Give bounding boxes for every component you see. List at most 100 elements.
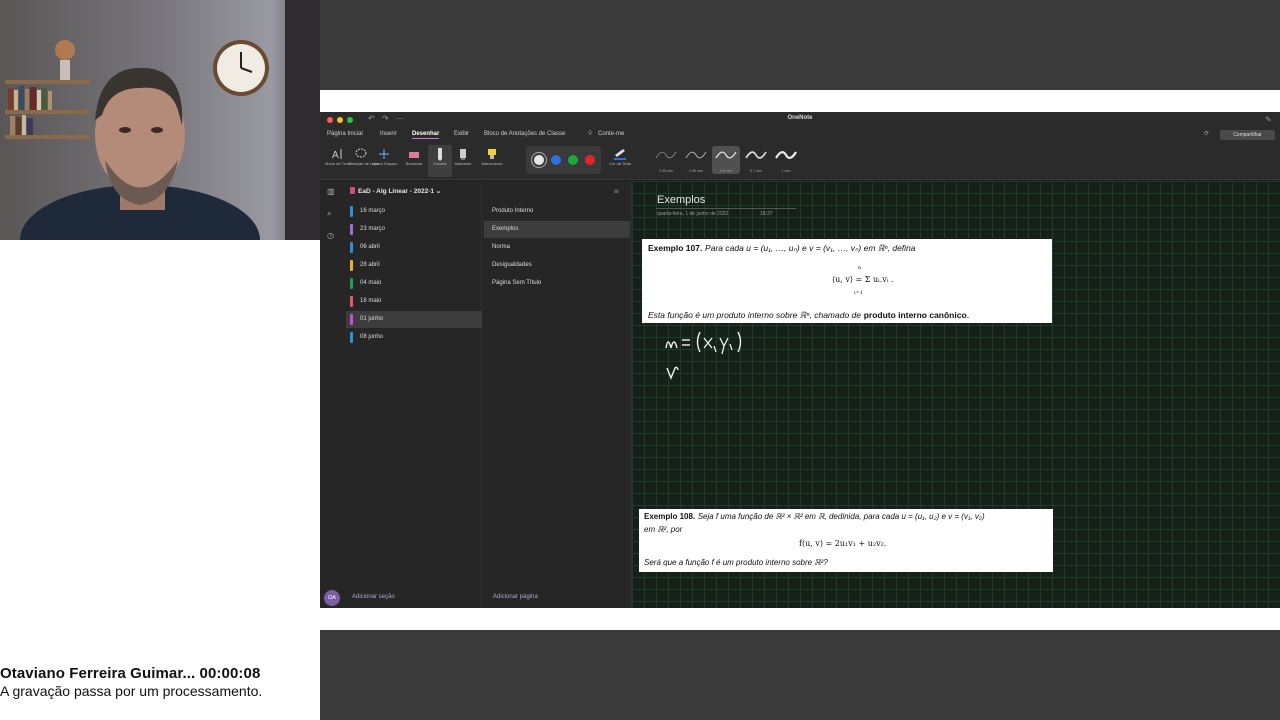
marker-button[interactable]: Marcador <box>451 145 475 177</box>
marker-icon <box>460 149 466 160</box>
example-108-question: Será que a função f é um produto interno… <box>644 558 828 567</box>
share-button[interactable]: Compartilhar <box>1220 130 1275 140</box>
lasso-icon <box>355 148 367 158</box>
notebooks-icon[interactable]: ▥ <box>327 187 335 196</box>
presenter-name-timer: Otaviano Ferreira Guimar... 00:00:08 <box>0 665 261 682</box>
section-color-tab <box>350 242 353 253</box>
color-swatch-green[interactable] <box>568 155 578 165</box>
title-bar: ↶ ↷ ⋯ OneNote ✎ <box>320 112 1280 128</box>
notebook-selector[interactable]: EaD - Alg Linear - 2022-1 ⌄ <box>350 181 480 201</box>
add-page-button[interactable]: Adicionar página <box>493 594 538 600</box>
section-color-tab <box>350 260 353 271</box>
color-swatch-white[interactable] <box>531 152 547 168</box>
add-section-button[interactable]: Adicionar seção <box>352 594 395 600</box>
page-time: 18:37 <box>760 211 773 217</box>
handwritten-ink[interactable] <box>662 326 782 386</box>
recording-caption: Otaviano Ferreira Guimar... 00:00:08 A g… <box>0 665 320 699</box>
left-panel-background <box>0 240 320 720</box>
page-date: quarta-feira, 1 de junho de 2022 <box>657 211 729 217</box>
page-item[interactable]: Página Sem Título <box>484 275 630 292</box>
ink-color-button[interactable]: Cor da Tinta <box>608 145 632 177</box>
recent-icon[interactable]: ◷ <box>327 231 334 240</box>
example-107-intro-line: Exemplo 107. Para cada u = (u₁, …, uₙ) e… <box>648 243 916 253</box>
menu-bar: Página Inicial Inserir Desenhar Exibir B… <box>320 128 1280 142</box>
stage-letterbox-top <box>320 0 1280 90</box>
page-item[interactable]: Produto Interno <box>484 203 630 220</box>
text-mode-button[interactable]: A Modo de Texto <box>325 145 351 177</box>
pen-icon <box>438 148 442 161</box>
section-item[interactable]: 06 abril <box>346 239 482 256</box>
insert-space-button[interactable]: Inserir Espaço <box>372 145 398 177</box>
stroke-medium-icon <box>715 151 737 159</box>
inner-product-formula: ⟨u, v⟩ = Σ uᵢ.vᵢ . <box>832 275 894 284</box>
thickness-option[interactable]: 0.7 mm <box>742 146 770 174</box>
section-item[interactable]: 28 abril <box>346 257 482 274</box>
tab-class-notebook[interactable]: Bloco de Anotações de Classe <box>484 131 565 137</box>
sum-upper-limit: n <box>858 265 862 271</box>
svg-text:A: A <box>332 150 339 161</box>
eraser-icon <box>409 152 419 158</box>
stage-border-bottom <box>320 608 1280 630</box>
pen-sync-icon[interactable]: ✎ <box>1265 115 1272 124</box>
section-color-tab <box>350 224 353 235</box>
stroke-thick-icon <box>745 151 767 159</box>
tab-home[interactable]: Página Inicial <box>327 131 363 137</box>
draw-ribbon: A Modo de Texto Seleção de Laço Inserir … <box>320 142 1280 180</box>
title-underline <box>656 208 796 209</box>
color-swatch-red[interactable] <box>585 155 595 165</box>
page-item[interactable]: Desigualdades <box>484 257 630 274</box>
example-107-image[interactable]: Exemplo 107. Para cada u = (u₁, …, uₙ) e… <box>642 239 1052 323</box>
thickness-option[interactable]: 0.25 mm <box>652 146 680 174</box>
ink-color-icon <box>614 149 626 160</box>
highlighter-button[interactable]: Marca-texto <box>480 145 504 177</box>
notebook-icon <box>350 187 355 194</box>
insert-space-icon <box>379 149 389 159</box>
tab-tell-me[interactable]: Conte-me <box>598 131 624 137</box>
webcam-scene <box>0 0 320 240</box>
search-icon[interactable]: ⌕ <box>327 209 331 219</box>
bilinear-function-formula: f(u, v) = 2u₁v₁ + u₂v₂. <box>799 539 887 548</box>
example-108-intro-line: Exemplo 108. Seja f uma função de ℝ² × ℝ… <box>644 512 985 521</box>
thickness-option[interactable]: 0.35 mm <box>682 146 710 174</box>
section-item[interactable]: 04 maio <box>346 275 482 292</box>
section-color-tab <box>350 314 353 325</box>
pen-colors <box>526 146 601 174</box>
avatar[interactable]: OA <box>324 590 340 606</box>
section-color-tab <box>350 296 353 307</box>
processing-notice: A gravação passa por um processamento. <box>0 683 263 699</box>
webcam-feed <box>0 0 320 240</box>
notebook-name: EaD - Alg Linear - 2022-1 ⌄ <box>358 188 442 195</box>
section-item[interactable]: 08 junho <box>346 329 482 346</box>
tab-draw[interactable]: Desenhar <box>412 131 440 139</box>
example-108-second-line: em ℝ², por <box>644 525 683 534</box>
lasso-select-button[interactable]: Seleção de Laço <box>349 145 379 177</box>
page-item-selected[interactable]: Exemplos <box>484 221 630 238</box>
stage-letterbox-bottom <box>320 630 1280 720</box>
page-title[interactable]: Exemplos <box>657 194 705 206</box>
section-item[interactable]: 16 março <box>346 203 482 220</box>
section-color-tab <box>350 332 353 343</box>
example-108-image[interactable]: Exemplo 108. Seja f uma função de ℝ² × ℝ… <box>639 509 1053 572</box>
tab-view[interactable]: Exibir <box>454 131 469 137</box>
section-item[interactable]: 18 maio <box>346 293 482 310</box>
thickness-option[interactable]: 1 mm <box>772 146 800 174</box>
color-swatch-blue[interactable] <box>551 155 561 165</box>
onenote-window: ↶ ↷ ⋯ OneNote ✎ Página Inicial Inserir D… <box>320 112 1280 608</box>
tab-insert[interactable]: Inserir <box>380 131 397 137</box>
pen-button[interactable]: Caneta <box>428 145 452 177</box>
window-title: OneNote <box>787 115 813 121</box>
thickness-option-selected[interactable]: 0.5 mm <box>712 146 740 174</box>
sync-icon[interactable]: ⟳ <box>1204 130 1209 137</box>
highlighter-icon <box>488 149 496 159</box>
sections-pane: EaD - Alg Linear - 2022-1 ⌄ 16 março 23 … <box>342 181 482 608</box>
stroke-thin-icon <box>685 151 707 159</box>
section-item[interactable]: 23 março <box>346 221 482 238</box>
section-item-selected[interactable]: 01 junho <box>346 311 482 328</box>
sort-pages-icon[interactable]: ≡ <box>614 187 619 196</box>
stage-border-top <box>320 90 1280 112</box>
page-item[interactable]: Norma <box>484 239 630 256</box>
pages-pane: ≡ Produto Interno Exemplos Norma Desigua… <box>482 181 632 608</box>
stroke-thickest-icon <box>775 151 797 159</box>
eraser-button[interactable]: Borracha <box>402 145 426 177</box>
page-canvas[interactable]: Exemplos quarta-feira, 1 de junho de 202… <box>632 181 1280 608</box>
